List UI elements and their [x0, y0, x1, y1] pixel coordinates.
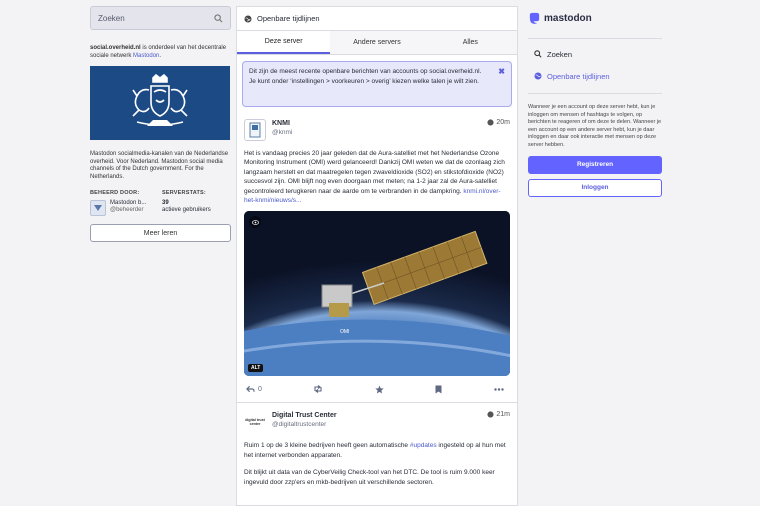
active-count: 39 [162, 200, 169, 206]
about-server: social.overheid.nl is onderdeel van het … [90, 44, 231, 60]
active-label: actieve gebruikers [162, 207, 211, 213]
search-icon [214, 13, 223, 22]
timeline-tabs: Deze server Andere servers Alles [237, 31, 517, 55]
search-icon [534, 50, 542, 58]
mastodon-icon [529, 12, 540, 24]
tab-this-server[interactable]: Deze server [237, 31, 331, 54]
globe-icon [487, 411, 494, 419]
avatar[interactable] [244, 119, 266, 141]
admin-name: Mastodon b... [110, 200, 147, 206]
stats-label: SERVERSTATS: [162, 190, 206, 196]
boost-button[interactable] [313, 385, 323, 394]
status-post[interactable]: digital trust center Digital Trust Cente… [237, 403, 517, 487]
nav-search[interactable]: Zoeken [528, 43, 662, 65]
search-placeholder: Zoeken [98, 13, 125, 23]
hashtag-link[interactable]: #updates [410, 442, 437, 449]
post-author[interactable]: digital trust center Digital Trust Cente… [244, 411, 337, 434]
post-text-paragraph: Dit blijkt uit data van de CyberVeilig C… [244, 469, 495, 486]
post-content: Het is vandaag precies 20 jaar geleden d… [244, 149, 510, 205]
stats-header: BEHEERD DOOR: SERVERSTATS: [90, 190, 231, 196]
time-text: 21m [496, 411, 510, 419]
author-handle: @digitaltrustcenter [272, 421, 327, 429]
timeline-column: Openbare tijdlijnen Deze server Andere s… [236, 6, 518, 506]
active-users: 39 actieve gebruikers [162, 200, 211, 216]
favourite-button[interactable] [375, 385, 384, 394]
post-text: Ruim 1 op de 3 kleine bedrijven heeft ge… [244, 442, 410, 450]
server-domain: social.overheid.nl [90, 45, 141, 51]
post-actions: 0 [244, 376, 510, 402]
column-header: Openbare tijdlijnen [237, 7, 517, 31]
about-text-end: . [159, 53, 162, 59]
page-title: Openbare tijdlijnen [257, 14, 320, 23]
coat-of-arms-icon [132, 74, 188, 126]
post-content: Ruim 1 op de 3 kleine bedrijven heeft ge… [244, 441, 510, 487]
mastodon-link[interactable]: Mastodon [133, 53, 159, 59]
notice-text: Dit zijn de meest recente openbare beric… [249, 68, 482, 85]
brand-name: mastodon [544, 12, 592, 24]
ellipsis-icon [494, 388, 504, 391]
post-time[interactable]: 20m [487, 119, 510, 126]
nav-public-timelines[interactable]: Openbare tijdlijnen [528, 65, 662, 87]
close-icon[interactable]: ✖ [498, 67, 505, 101]
nav-public-timelines-label: Openbare tijdlijnen [547, 71, 610, 81]
reply-button[interactable]: 0 [246, 385, 262, 393]
status-post[interactable]: KNMI @knmi 20m Het is vandaag precies 20… [237, 111, 517, 404]
post-author[interactable]: KNMI @knmi [244, 119, 292, 141]
divider [528, 93, 662, 94]
author-name: KNMI [272, 120, 290, 127]
info-notice: Dit zijn de meest recente openbare beric… [242, 61, 512, 107]
avatar-text: digital trust center [245, 418, 265, 427]
alt-badge[interactable]: ALT [248, 364, 264, 373]
register-button[interactable]: Registreren [528, 155, 662, 174]
globe-icon [534, 72, 542, 80]
server-description: Mastodon socialmedia-kanalen van de Nede… [90, 151, 229, 180]
nav-search-label: Zoeken [547, 49, 573, 59]
post-media-image[interactable]: OMI ALT [244, 211, 510, 377]
admin-label: BEHEERD DOOR: [90, 190, 140, 196]
avatar[interactable]: digital trust center [244, 411, 266, 434]
shield-icon [94, 205, 102, 211]
mastodon-logo[interactable]: mastodon [528, 6, 662, 30]
tab-other-servers[interactable]: Andere servers [330, 31, 423, 54]
left-column: Zoeken social.overheid.nl is onderdeel v… [90, 6, 231, 242]
signup-info: Wanneer je een account op deze server he… [528, 104, 662, 148]
divider [528, 38, 662, 39]
media-label: OMI [340, 329, 349, 335]
time-text: 20m [496, 119, 510, 126]
admin-handle: @beheerder [110, 207, 144, 213]
login-button[interactable]: Inloggen [528, 178, 662, 197]
more-options-button[interactable] [494, 388, 504, 391]
author-handle: @knmi [272, 129, 293, 136]
author-name: Digital Trust Center [272, 412, 337, 420]
bookmark-button[interactable] [435, 385, 442, 394]
search-input[interactable]: Zoeken [90, 6, 231, 30]
learn-more-button[interactable]: Meer leren [90, 224, 231, 242]
star-icon [375, 385, 384, 394]
post-time[interactable]: 21m [487, 411, 510, 418]
reply-icon [246, 386, 255, 393]
reply-count: 0 [258, 385, 262, 393]
admin-account[interactable]: Mastodon b... @beheerder [90, 200, 162, 216]
bookmark-icon [435, 385, 442, 394]
globe-icon [244, 14, 252, 23]
globe-icon [487, 119, 494, 126]
right-column: mastodon Zoeken Openbare tijdlijnen Wann… [528, 6, 662, 197]
stats-row: Mastodon b... @beheerder 39 actieve gebr… [90, 200, 231, 216]
satellite-image: OMI [244, 211, 510, 377]
knmi-logo-icon [249, 122, 261, 138]
boost-icon [314, 385, 322, 394]
server-banner [90, 66, 230, 140]
admin-avatar [90, 200, 106, 216]
tab-all[interactable]: Alles [424, 31, 517, 54]
